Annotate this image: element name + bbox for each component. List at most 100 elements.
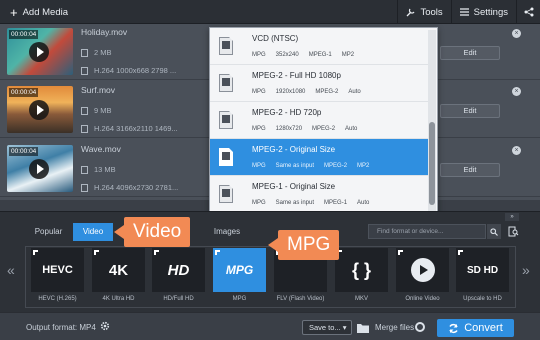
format-tile-mkv[interactable]: { } MKV (335, 248, 388, 306)
detect-device-button[interactable] (506, 224, 520, 239)
file-icon (81, 165, 88, 174)
codec-label: H.264 4096x2730 2781... (94, 183, 179, 192)
preset-title: VCD (NTSC) (252, 34, 299, 43)
preset-option[interactable]: MPEG-1 - Original Size MPG Same as input… (210, 176, 428, 213)
save-to-label: Save to... (309, 323, 341, 332)
scrollbar-thumb[interactable] (429, 122, 435, 205)
edit-button[interactable]: Edit (440, 46, 500, 60)
format-panel: » Popular Video Images Find format or de… (0, 211, 540, 312)
dropdown-scrollbar[interactable] (428, 30, 436, 213)
edit-button[interactable]: Edit (440, 104, 500, 118)
film-icon (81, 66, 88, 75)
tab-images[interactable]: Images (207, 223, 247, 241)
video-thumbnail[interactable]: 00:00:04 (7, 86, 73, 133)
preset-option-selected[interactable]: MPEG-2 - Original Size MPG Same as input… (210, 139, 428, 176)
preset-tag: 352x240 (275, 52, 299, 58)
preset-tag: MPG (252, 89, 266, 95)
merge-files-toggle[interactable] (415, 322, 425, 332)
bottom-bar: Output format: MP4 Save to... ▾ Merge fi… (0, 312, 540, 340)
share-button[interactable] (516, 0, 540, 24)
device-search-icon (508, 226, 518, 237)
format-tile-label: MKV (354, 296, 368, 302)
tab-video[interactable]: Video (73, 223, 113, 241)
format-tile-upscale-hd[interactable]: SD HD Upscale to HD (456, 248, 509, 306)
preset-tag: MPEG-1 (324, 200, 348, 206)
preset-tag: 1280x720 (275, 126, 303, 132)
file-codec: H.264 1000x668 2798 ... (81, 66, 176, 75)
preset-tags: MPG 1280x720 MPEG-2 Auto (252, 126, 357, 132)
preset-tags: MPG Same as input MPEG-2 MP2 (252, 163, 369, 169)
merge-files-label: Merge files (375, 323, 415, 332)
plus-icon: + (10, 4, 18, 20)
preset-tag: Auto (345, 126, 358, 132)
scroll-left-arrow[interactable]: « (7, 262, 15, 278)
preset-tag: 1920x1080 (275, 89, 306, 95)
format-tile-hevc[interactable]: HEVC HEVC (H.265) (31, 248, 84, 306)
tools-button[interactable]: Tools (397, 0, 450, 24)
close-icon[interactable]: × (512, 87, 521, 96)
preset-title: MPEG-2 - Full HD 1080p (252, 71, 341, 80)
format-search-input[interactable]: Find format or device... (368, 224, 486, 239)
online-video-logo (396, 248, 449, 292)
preset-tags: MPG 352x240 MPEG-1 MP2 (252, 52, 354, 58)
collapse-icon[interactable]: » (505, 213, 519, 221)
preset-option[interactable]: MPEG-2 - Full HD 1080p MPG 1920x1080 MPE… (210, 65, 428, 102)
file-size-label: 9 MB (94, 106, 112, 115)
preset-option[interactable]: VCD (NTSC) MPG 352x240 MPEG-1 MP2 (210, 28, 428, 65)
duration-label: 00:00:04 (9, 147, 39, 156)
format-tile-label: MPG (232, 296, 247, 302)
file-size: 9 MB (81, 106, 112, 115)
file-size: 13 MB (81, 165, 116, 174)
mpg-callout: MPG (267, 230, 340, 260)
format-tile-online-video[interactable]: Online Video (396, 248, 449, 306)
scroll-right-arrow[interactable]: » (522, 262, 530, 278)
format-tile-mpg[interactable]: MPG MPG (213, 248, 266, 306)
preset-tag: MPEG-2 (312, 126, 336, 132)
play-icon[interactable] (29, 159, 49, 179)
search-button[interactable] (487, 224, 501, 239)
preset-tag: Auto (348, 89, 361, 95)
preset-title: MPEG-2 - Original Size (252, 145, 336, 154)
corner-marker (94, 250, 99, 255)
play-icon[interactable] (29, 100, 49, 120)
file-icon (219, 74, 233, 92)
tab-popular[interactable]: Popular (27, 223, 70, 241)
gear-icon[interactable] (100, 321, 110, 331)
hevc-logo: HEVC (31, 248, 84, 292)
preset-tag: MP2 (341, 52, 355, 58)
convert-button[interactable]: Convert (437, 319, 514, 337)
close-icon[interactable]: × (512, 29, 521, 38)
edit-button[interactable]: Edit (440, 163, 500, 177)
play-button-icon (410, 258, 435, 282)
file-icon (81, 48, 88, 57)
tools-icon (407, 8, 416, 16)
video-thumbnail[interactable]: 00:00:04 (7, 28, 73, 75)
preset-tags: MPG 1920x1080 MPEG-2 Auto (252, 89, 361, 95)
settings-button[interactable]: Settings (450, 0, 516, 24)
preset-option[interactable]: MPEG-2 - HD 720p MPG 1280x720 MPEG-2 Aut… (210, 102, 428, 139)
play-icon[interactable] (29, 42, 49, 62)
save-to-dropdown[interactable]: Save to... ▾ (302, 320, 352, 335)
video-callout: Video (113, 217, 191, 247)
add-media-button[interactable]: + Add Media (4, 3, 74, 21)
format-tile-4k[interactable]: 4K 4K Ultra HD (92, 248, 145, 306)
preset-tag: Same as input (275, 163, 315, 169)
file-name: Wave.mov (81, 144, 121, 154)
file-name: Holiday.mov (81, 27, 128, 37)
folder-icon[interactable] (356, 321, 370, 334)
codec-label: H.264 3166x2110 1469... (94, 124, 178, 133)
format-preset-dropdown[interactable]: VCD (NTSC) MPG 352x240 MPEG-1 MP2 MPEG-2… (209, 27, 438, 216)
film-icon (81, 183, 88, 192)
format-tile-hd[interactable]: HD HD/Full HD (152, 248, 205, 306)
corner-marker (458, 250, 463, 255)
corner-marker (215, 250, 220, 255)
file-codec: H.264 4096x2730 2781... (81, 183, 178, 192)
preset-tag: MPG (252, 126, 266, 132)
close-icon[interactable]: × (512, 146, 521, 155)
output-format-label: Output format: MP4 (26, 323, 96, 332)
file-name: Surf.mov (81, 85, 116, 95)
preset-tag: MPG (252, 200, 266, 206)
video-thumbnail[interactable]: 00:00:04 (7, 145, 73, 192)
upscale-hd-logo: SD HD (456, 248, 509, 292)
tools-label: Tools (420, 6, 443, 18)
